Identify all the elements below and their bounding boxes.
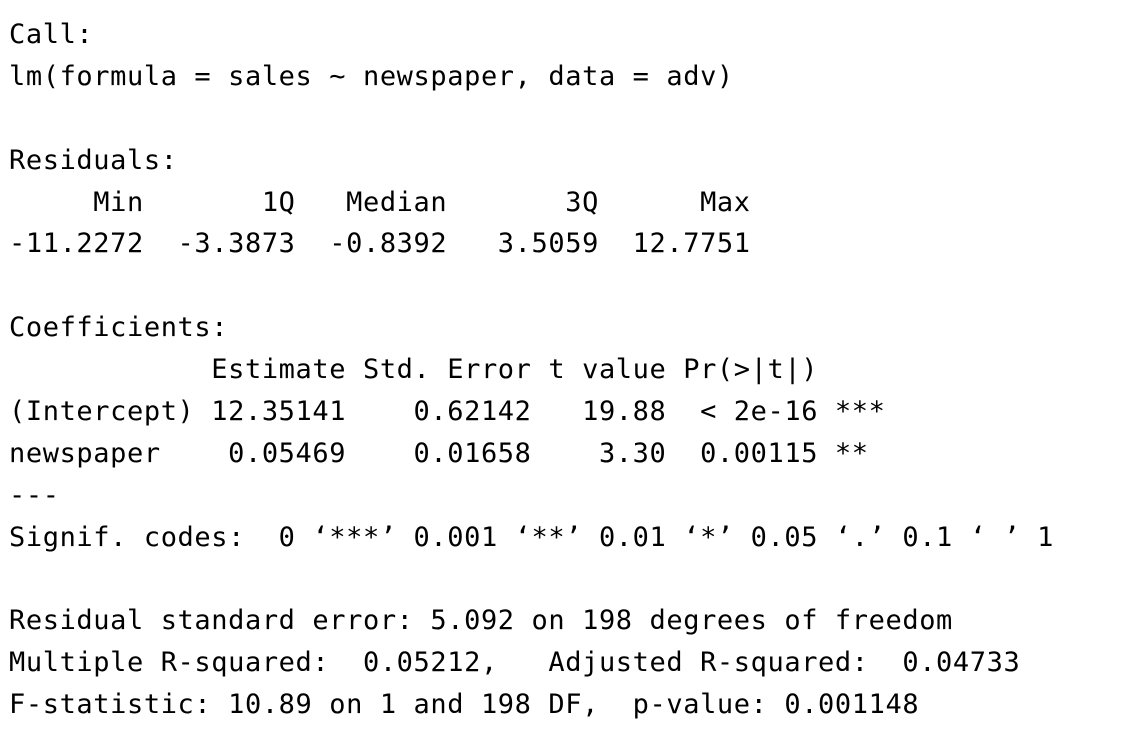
r-console-output: Call: lm(formula = sales ~ newspaper, da… <box>9 14 1139 726</box>
coefficient-row-newspaper: newspaper 0.05469 0.01658 3.30 0.00115 *… <box>9 437 886 469</box>
coefficients-header: Coefficients: <box>9 312 229 344</box>
separator-line: --- <box>9 479 60 511</box>
f-statistic-line: F-statistic: 10.89 on 1 and 198 DF, p-va… <box>9 689 920 721</box>
residual-standard-error-line: Residual standard error: 5.092 on 198 de… <box>9 605 953 637</box>
residuals-quantile-values: -11.2272 -3.3873 -0.8392 3.5059 12.7751 <box>9 228 768 260</box>
r-squared-line: Multiple R-squared: 0.05212, Adjusted R-… <box>9 647 1038 679</box>
coefficient-row-intercept: (Intercept) 12.35141 0.62142 19.88 < 2e-… <box>9 396 886 428</box>
call-header: Call: <box>9 19 94 50</box>
coefficients-column-headers: Estimate Std. Error t value Pr(>|t|) <box>9 354 886 386</box>
signif-codes-line: Signif. codes: 0 ‘***’ 0.001 ‘**’ 0.01 ‘… <box>9 521 1055 553</box>
call-formula: lm(formula = sales ~ newspaper, data = a… <box>9 60 734 92</box>
residuals-header: Residuals: <box>9 144 178 176</box>
residuals-quantile-labels: Min 1Q Median 3Q Max <box>9 186 768 218</box>
